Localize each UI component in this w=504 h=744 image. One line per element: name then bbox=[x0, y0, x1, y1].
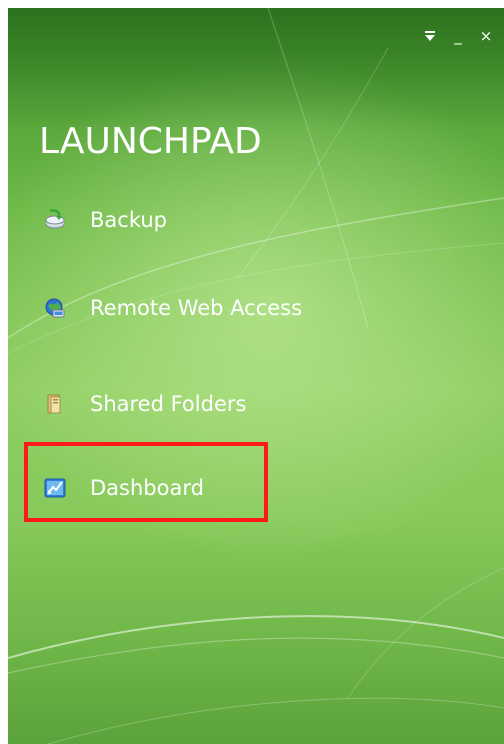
menu-item-label: Backup bbox=[90, 208, 167, 232]
remote-web-access-icon bbox=[44, 297, 66, 319]
menu-item-shared-folders[interactable]: Shared Folders bbox=[44, 387, 246, 421]
menu-item-label: Remote Web Access bbox=[90, 296, 303, 320]
dashboard-icon bbox=[44, 477, 66, 499]
dropdown-arrow-icon[interactable] bbox=[422, 28, 438, 44]
menu-item-backup[interactable]: Backup bbox=[44, 203, 167, 237]
menu-item-remote-web-access[interactable]: Remote Web Access bbox=[44, 291, 302, 325]
menu-item-dashboard[interactable]: Dashboard bbox=[44, 471, 204, 505]
page-title: LAUNCHPAD bbox=[39, 121, 262, 162]
close-icon[interactable]: × bbox=[478, 27, 494, 45]
shared-folders-icon bbox=[44, 393, 66, 415]
minimize-icon[interactable]: _ bbox=[450, 27, 466, 45]
menu-item-label: Dashboard bbox=[90, 476, 204, 500]
window-controls: _ × bbox=[422, 27, 494, 45]
background-swirls bbox=[8, 8, 504, 744]
launchpad-window: _ × LAUNCHPAD Backup Remote Web Access S… bbox=[8, 8, 504, 744]
menu-item-label: Shared Folders bbox=[90, 392, 247, 416]
backup-icon bbox=[44, 209, 66, 231]
